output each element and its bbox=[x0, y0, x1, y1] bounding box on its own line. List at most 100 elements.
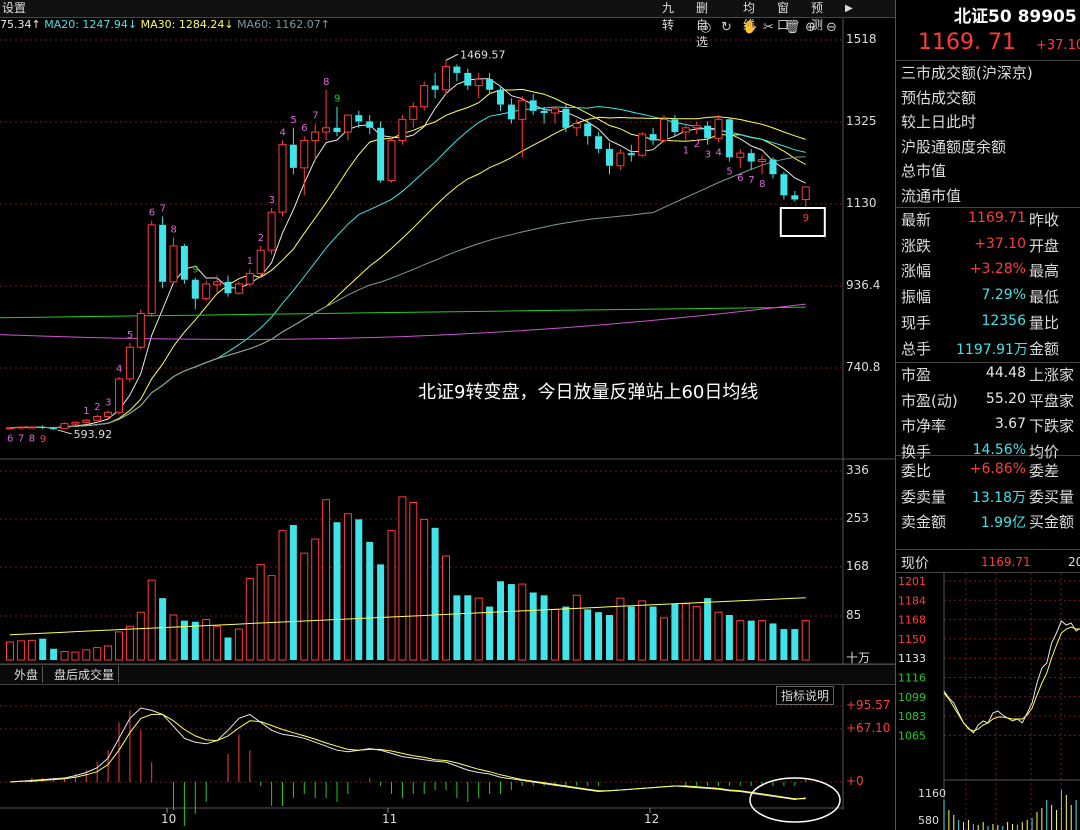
candle-body bbox=[82, 419, 91, 423]
candle-body bbox=[431, 85, 439, 90]
candle-body bbox=[562, 108, 570, 128]
candle-body bbox=[606, 148, 613, 166]
candle-body bbox=[780, 174, 788, 196]
market-info-item: 较上日此时 bbox=[901, 113, 977, 131]
price-axis-label: 1130 bbox=[846, 196, 877, 210]
td-sequence-label: 9 bbox=[334, 94, 340, 105]
candle-body bbox=[442, 66, 450, 91]
quote-label: 市盈 bbox=[901, 366, 932, 384]
macd-dea-line bbox=[9, 713, 806, 800]
mini-axis-label: 1201 bbox=[898, 575, 926, 588]
toolbar-button[interactable]: 窗口 bbox=[777, 0, 789, 32]
volume-bar bbox=[377, 564, 385, 660]
candle-body bbox=[681, 127, 690, 133]
trash-icon[interactable]: 🗑 bbox=[784, 20, 801, 35]
volume-bar bbox=[595, 612, 603, 660]
quote-value: 1169.71 bbox=[968, 210, 1026, 226]
td-sequence-label: 3 bbox=[705, 150, 711, 161]
mini-axis-label: 1065 bbox=[898, 729, 926, 742]
zoom-in-icon[interactable]: ⊕ bbox=[805, 20, 816, 35]
candle-body bbox=[616, 152, 625, 167]
candle-body bbox=[355, 115, 363, 122]
tab-after-hours-volume[interactable]: 盘后成交量 bbox=[50, 666, 120, 683]
volume-bar bbox=[736, 620, 745, 661]
volume-bar bbox=[769, 623, 777, 660]
volume-bar bbox=[747, 620, 755, 660]
scissors-icon[interactable]: ✂ bbox=[763, 20, 774, 35]
volume-bar bbox=[649, 606, 657, 660]
candle-body bbox=[333, 127, 341, 133]
candle-body bbox=[464, 72, 472, 86]
volume-bar bbox=[758, 620, 767, 661]
ma-legend-item: MA30: 1284.24↓ bbox=[140, 18, 238, 31]
chart-svg[interactable]: 6 7 8 91 2 3456 789123456789123 456 7 891469.5759… bbox=[0, 0, 895, 830]
volume-bar bbox=[529, 592, 537, 660]
quote-label: 卖金额 bbox=[901, 513, 947, 532]
volume-bar bbox=[322, 499, 331, 661]
collapse-icon[interactable]: ▶ bbox=[845, 0, 853, 17]
chart-toolbar: 设置 75.34↑ MA20: 1247.94↓ MA30: 1284.24↓ … bbox=[0, 0, 895, 49]
volume-bar bbox=[474, 597, 483, 661]
settings-button[interactable]: 设置 bbox=[2, 0, 26, 17]
tab-outer-disc[interactable]: 外盘 bbox=[10, 666, 44, 683]
market-info-item: 沪股通额度余额 bbox=[901, 137, 1007, 156]
indicator-axis-label: +95.57 bbox=[846, 698, 891, 712]
price-change: +37.10 bbox=[1036, 38, 1080, 53]
quote-label: 委卖量 bbox=[901, 487, 947, 506]
candle-body bbox=[758, 158, 767, 163]
candle-body bbox=[692, 125, 701, 129]
td-sequence-label: 3 bbox=[269, 195, 275, 206]
volume-bar bbox=[497, 581, 504, 660]
volume-bar bbox=[256, 563, 265, 661]
volume-bar bbox=[616, 597, 625, 661]
quote-value: 44.48 bbox=[985, 365, 1026, 381]
toolbar-button[interactable]: 删自选 bbox=[696, 0, 708, 49]
mini-axis-label: 1184 bbox=[898, 594, 926, 607]
volume-bar bbox=[562, 606, 570, 660]
market-info-item: 三市成交额(沪深京) bbox=[901, 64, 1033, 82]
quote-value: 12356 bbox=[981, 312, 1026, 329]
quote-value: 1197.91万 bbox=[956, 341, 1028, 358]
mini-axis-label: 1150 bbox=[898, 633, 926, 646]
toolbar-button[interactable]: 均线 bbox=[743, 0, 755, 32]
zoom-out-icon[interactable]: ⊖ bbox=[826, 20, 837, 35]
market-info-item: 预估成交额 bbox=[901, 88, 977, 107]
candle-body bbox=[366, 121, 374, 128]
quote-label: 委买量 bbox=[1029, 487, 1075, 506]
volume-bar bbox=[60, 651, 69, 661]
td-sequence-label: 9 bbox=[40, 434, 46, 445]
mini-price: 1169.71 bbox=[981, 555, 1031, 569]
intraday-mini-chart[interactable]: 1201 1184 1168 1150 1133 1116 1099 1083 1065 1160… bbox=[896, 573, 1080, 830]
quote-label: 市净率 bbox=[901, 417, 947, 436]
toolbar-button[interactable]: 预测 bbox=[811, 0, 823, 32]
candle-body bbox=[115, 378, 123, 413]
candle-body bbox=[125, 346, 134, 380]
td-sequence-label: 1 bbox=[683, 145, 689, 156]
volume-axis-label: 十万 bbox=[846, 651, 871, 665]
volume-bar bbox=[82, 649, 91, 661]
quote-label: 开盘 bbox=[1029, 236, 1060, 255]
candle-body bbox=[801, 186, 810, 201]
candle-body bbox=[213, 281, 222, 286]
volume-axis-label: 253 bbox=[846, 511, 869, 525]
quote-label: 平盘家 bbox=[1029, 391, 1075, 410]
td-sequence-label: 2 bbox=[258, 233, 264, 244]
refresh-icon[interactable]: ↻ bbox=[721, 20, 732, 35]
indicator-explain-button[interactable]: 指标说明 bbox=[776, 686, 835, 705]
eye-icon[interactable]: ◎ bbox=[700, 20, 711, 35]
td-sequence-label: 9 bbox=[192, 265, 198, 276]
hand-icon[interactable]: ✋ bbox=[742, 20, 758, 35]
candle-body bbox=[671, 119, 679, 133]
volume-bar bbox=[551, 608, 559, 661]
quote-label: 换手 bbox=[901, 443, 932, 462]
td-sequence-label: 6 bbox=[301, 123, 307, 134]
volume-bar bbox=[71, 651, 80, 661]
kline-chart-area[interactable]: 6 7 8 9 1 2 3 4 5 6 7 8 9 1 2 3 4 5 6 7 8 9 1 2 3 4 5 6 7 8 9 1469.57 59… bbox=[0, 0, 895, 830]
toolbar-button[interactable]: 九转 bbox=[662, 0, 674, 32]
td-sequence-label: 8 bbox=[29, 433, 35, 444]
td-sequence-label: 2 bbox=[94, 402, 100, 413]
candle-body bbox=[660, 118, 668, 141]
volume-bar bbox=[791, 629, 799, 660]
volume-bar bbox=[387, 530, 396, 661]
volume-bar bbox=[507, 584, 515, 660]
